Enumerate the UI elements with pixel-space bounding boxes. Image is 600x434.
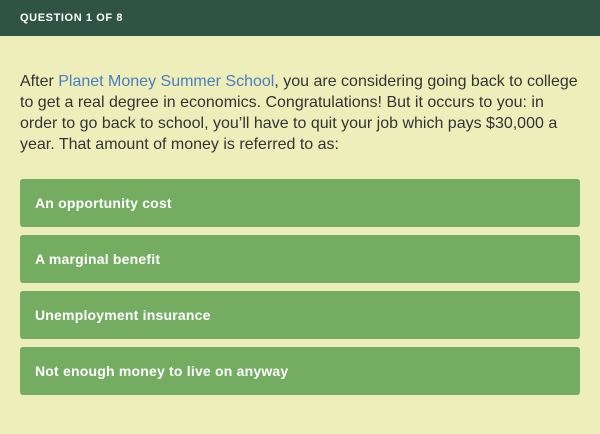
question-text-before-link: After <box>20 73 59 90</box>
quiz-card: QUESTION 1 OF 8 After Planet Money Summe… <box>0 0 600 434</box>
answer-option-not-enough-money[interactable]: Not enough money to live on anyway <box>20 347 580 395</box>
answer-option-marginal-benefit[interactable]: A marginal benefit <box>20 235 580 283</box>
answer-option-unemployment-insurance[interactable]: Unemployment insurance <box>20 291 580 339</box>
planet-money-summer-school-link[interactable]: Planet Money Summer School <box>58 73 274 90</box>
answer-option-opportunity-cost[interactable]: An opportunity cost <box>20 179 580 227</box>
question-counter: QUESTION 1 OF 8 <box>20 12 124 24</box>
answer-list: An opportunity cost A marginal benefit U… <box>20 179 580 403</box>
quiz-header: QUESTION 1 OF 8 <box>0 0 600 36</box>
question-text: After Planet Money Summer School, you ar… <box>20 71 585 155</box>
